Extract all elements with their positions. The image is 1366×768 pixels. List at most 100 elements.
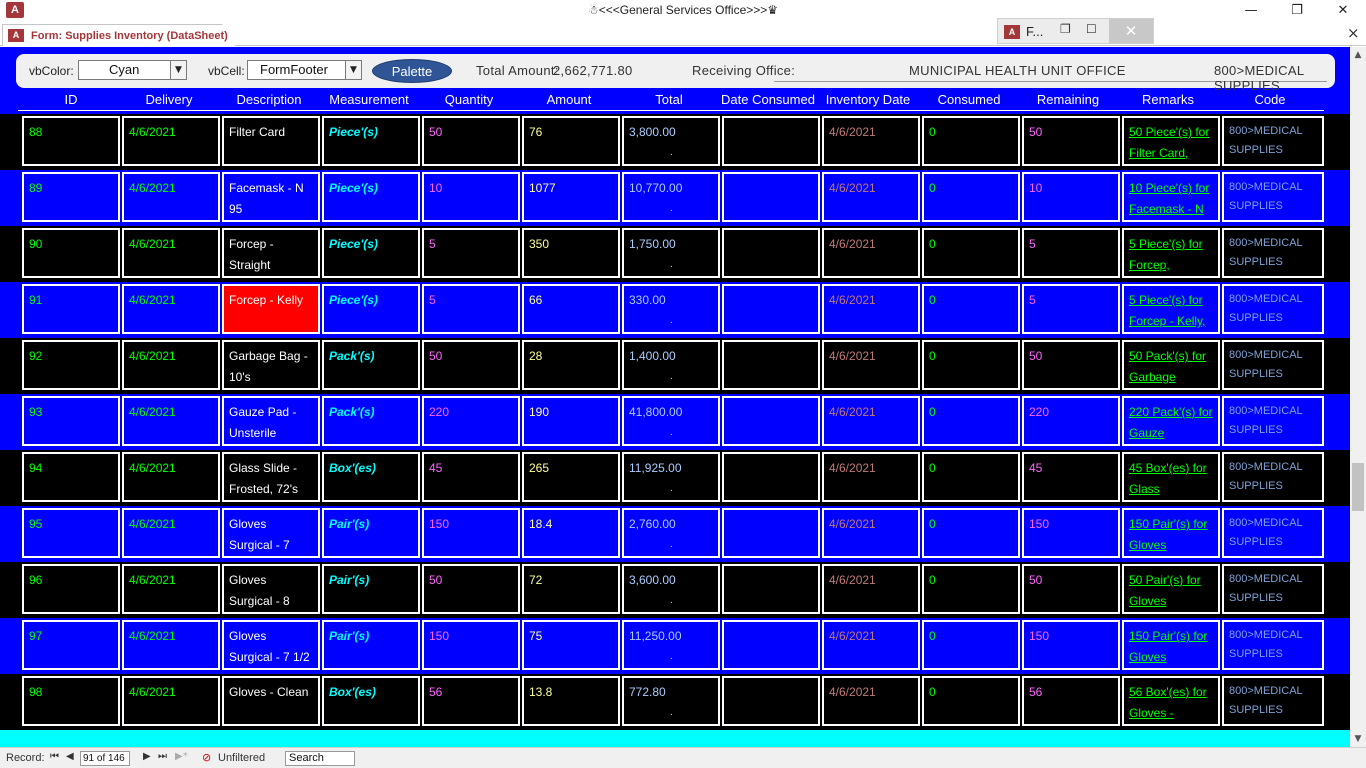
- scroll-up-icon[interactable]: ▲: [1350, 47, 1366, 63]
- cell-amount[interactable]: 18.4: [522, 508, 620, 558]
- first-record-icon[interactable]: ⏮: [50, 751, 59, 762]
- tab-supplies-inventory[interactable]: A Form: Supplies Inventory (DataSheet): [2, 24, 236, 46]
- cell-remarks[interactable]: 150 Pair'(s) for Gloves: [1122, 508, 1220, 558]
- cell-quantity[interactable]: 50: [422, 564, 520, 614]
- cell-delivery[interactable]: 4/6/2021: [122, 508, 220, 558]
- cell-consumed[interactable]: 0: [922, 340, 1020, 390]
- cell-remarks[interactable]: 10 Piece'(s) for Facemask - N: [1122, 172, 1220, 222]
- table-row[interactable]: 94 4/6/2021 Glass Slide - Frosted, 72's Box…: [0, 450, 1350, 506]
- cell-description[interactable]: Gauze Pad - Unsterile: [222, 396, 320, 446]
- cell-date-consumed[interactable]: [722, 396, 820, 446]
- cell-code[interactable]: 800>MEDICAL SUPPLIES: [1222, 116, 1324, 166]
- last-record-icon[interactable]: ⏭: [158, 751, 167, 762]
- cell-remarks[interactable]: 5 Piece'(s) for Forcep,: [1122, 228, 1220, 278]
- cell-id[interactable]: 96: [22, 564, 120, 614]
- scroll-down-icon[interactable]: ▼: [1350, 731, 1366, 747]
- cell-quantity[interactable]: 5: [422, 228, 520, 278]
- cell-date-consumed[interactable]: [722, 676, 820, 726]
- cell-description[interactable]: Filter Card: [222, 116, 320, 166]
- restore-icon[interactable]: ❐: [1060, 22, 1071, 36]
- cell-measurement[interactable]: Piece'(s): [322, 172, 420, 222]
- cell-code[interactable]: 800>MEDICAL SUPPLIES: [1222, 396, 1324, 446]
- cell-consumed[interactable]: 0: [922, 620, 1020, 670]
- cell-description[interactable]: Gloves Surgical - 8: [222, 564, 320, 614]
- previous-record-icon[interactable]: ◀: [66, 751, 74, 762]
- cell-inventory-date[interactable]: 4/6/2021: [822, 676, 920, 726]
- cell-id[interactable]: 89: [22, 172, 120, 222]
- cell-date-consumed[interactable]: [722, 620, 820, 670]
- cell-delivery[interactable]: 4/6/2021: [122, 564, 220, 614]
- cell-date-consumed[interactable]: [722, 284, 820, 334]
- cell-date-consumed[interactable]: [722, 340, 820, 390]
- cell-amount[interactable]: 72: [522, 564, 620, 614]
- cell-consumed[interactable]: 0: [922, 228, 1020, 278]
- cell-description[interactable]: Gloves - Clean: [222, 676, 320, 726]
- minimized-form-window[interactable]: A F... ❐ ☐ ✕: [997, 18, 1154, 44]
- vbcolor-combo[interactable]: Cyan ▼: [78, 60, 187, 80]
- cell-date-consumed[interactable]: [722, 564, 820, 614]
- cell-description[interactable]: Facemask - N 95: [222, 172, 320, 222]
- cell-amount[interactable]: 190: [522, 396, 620, 446]
- cell-total[interactable]: 2,760.00.: [622, 508, 720, 558]
- minimize-icon[interactable]: —: [1228, 0, 1274, 22]
- cell-date-consumed[interactable]: [722, 452, 820, 502]
- cell-amount[interactable]: 28: [522, 340, 620, 390]
- cell-measurement[interactable]: Pair'(s): [322, 620, 420, 670]
- cell-id[interactable]: 90: [22, 228, 120, 278]
- cell-quantity[interactable]: 5: [422, 284, 520, 334]
- cell-inventory-date[interactable]: 4/6/2021: [822, 172, 920, 222]
- cell-inventory-date[interactable]: 4/6/2021: [822, 396, 920, 446]
- column-header-code[interactable]: Code: [1210, 92, 1330, 107]
- cell-total[interactable]: 1,750.00.: [622, 228, 720, 278]
- cell-quantity[interactable]: 45: [422, 452, 520, 502]
- cell-total[interactable]: 3,600.00.: [622, 564, 720, 614]
- cell-quantity[interactable]: 10: [422, 172, 520, 222]
- cell-measurement[interactable]: Piece'(s): [322, 284, 420, 334]
- cell-measurement[interactable]: Piece'(s): [322, 116, 420, 166]
- chevron-down-icon[interactable]: ▼: [345, 61, 361, 79]
- cell-quantity[interactable]: 50: [422, 116, 520, 166]
- cell-remaining[interactable]: 220: [1022, 396, 1120, 446]
- cell-quantity[interactable]: 220: [422, 396, 520, 446]
- scroll-thumb[interactable]: [1352, 463, 1364, 511]
- cell-consumed[interactable]: 0: [922, 676, 1020, 726]
- cell-total[interactable]: 11,250.00.: [622, 620, 720, 670]
- cell-remaining[interactable]: 10: [1022, 172, 1120, 222]
- cell-total[interactable]: 330.00.: [622, 284, 720, 334]
- filter-status-button[interactable]: Unfiltered: [218, 752, 265, 764]
- cell-amount[interactable]: 350: [522, 228, 620, 278]
- cell-total[interactable]: 772.80.: [622, 676, 720, 726]
- cell-total[interactable]: 3,800.00.: [622, 116, 720, 166]
- cell-inventory-date[interactable]: 4/6/2021: [822, 564, 920, 614]
- cell-remaining[interactable]: 50: [1022, 564, 1120, 614]
- cell-inventory-date[interactable]: 4/6/2021: [822, 284, 920, 334]
- cell-amount[interactable]: 75: [522, 620, 620, 670]
- cell-code[interactable]: 800>MEDICAL SUPPLIES: [1222, 172, 1324, 222]
- cell-inventory-date[interactable]: 4/6/2021: [822, 116, 920, 166]
- cell-remarks[interactable]: 56 Box'(es) for Gloves -: [1122, 676, 1220, 726]
- next-record-icon[interactable]: ▶: [143, 751, 151, 762]
- cell-date-consumed[interactable]: [722, 116, 820, 166]
- cell-id[interactable]: 92: [22, 340, 120, 390]
- cell-quantity[interactable]: 150: [422, 508, 520, 558]
- table-row[interactable]: 90 4/6/2021 Forcep - Straight Piece'(s) 5 350…: [0, 226, 1350, 282]
- cell-id[interactable]: 88: [22, 116, 120, 166]
- cell-delivery[interactable]: 4/6/2021: [122, 116, 220, 166]
- cell-total[interactable]: 41,800.00.: [622, 396, 720, 446]
- cell-remarks[interactable]: 5 Piece'(s) for Forcep - Kelly,: [1122, 284, 1220, 334]
- current-record-input[interactable]: 91 of 146: [80, 751, 130, 766]
- cell-remaining[interactable]: 50: [1022, 116, 1120, 166]
- cell-code[interactable]: 800>MEDICAL SUPPLIES: [1222, 564, 1324, 614]
- cell-total[interactable]: 11,925.00.: [622, 452, 720, 502]
- cell-delivery[interactable]: 4/6/2021: [122, 620, 220, 670]
- cell-consumed[interactable]: 0: [922, 508, 1020, 558]
- cell-id[interactable]: 93: [22, 396, 120, 446]
- cell-remaining[interactable]: 150: [1022, 620, 1120, 670]
- cell-measurement[interactable]: Pack'(s): [322, 396, 420, 446]
- cell-id[interactable]: 91: [22, 284, 120, 334]
- close-icon[interactable]: ✕: [1109, 19, 1153, 43]
- cell-amount[interactable]: 13.8: [522, 676, 620, 726]
- cell-quantity[interactable]: 50: [422, 340, 520, 390]
- cell-remaining[interactable]: 56: [1022, 676, 1120, 726]
- cell-remaining[interactable]: 5: [1022, 228, 1120, 278]
